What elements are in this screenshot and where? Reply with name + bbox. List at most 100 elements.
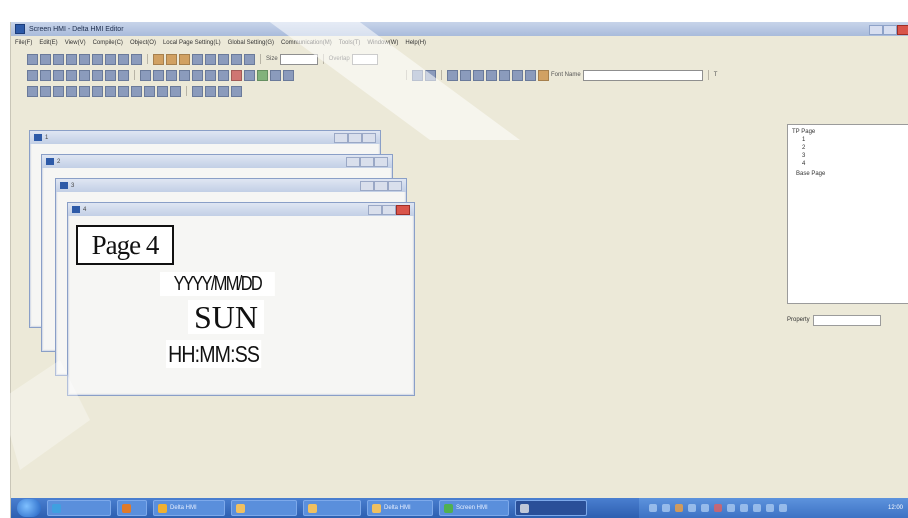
maximize-button[interactable]: [360, 157, 374, 167]
maximize-button[interactable]: [374, 181, 388, 191]
underline-icon[interactable]: [473, 69, 484, 81]
taskbar-item[interactable]: [303, 500, 361, 516]
close-button[interactable]: [388, 181, 402, 191]
menu-tools[interactable]: Tools(T): [339, 40, 361, 46]
send-back-icon[interactable]: [425, 69, 436, 81]
arc-icon[interactable]: [92, 85, 103, 97]
chord-icon[interactable]: [144, 85, 155, 97]
zoom-in-icon[interactable]: [218, 53, 229, 65]
simulate-icon[interactable]: [192, 53, 203, 65]
download-icon[interactable]: [166, 53, 177, 65]
move-icon[interactable]: [40, 69, 51, 81]
start-button[interactable]: [17, 499, 41, 517]
line-color-icon[interactable]: [231, 85, 242, 97]
page-window-titlebar[interactable]: 3: [56, 179, 406, 192]
rectangle-icon[interactable]: [40, 85, 51, 97]
tree-root-tp-page[interactable]: TP Page: [792, 129, 815, 135]
tray-icon[interactable]: [753, 504, 761, 512]
tree-page-1[interactable]: 1: [802, 137, 805, 143]
paste-icon[interactable]: [105, 53, 116, 65]
font-name-field[interactable]: [582, 69, 703, 81]
minimize-button[interactable]: [869, 25, 883, 35]
polygon-icon[interactable]: [105, 85, 116, 97]
pie-icon[interactable]: [131, 85, 142, 97]
align-right-icon[interactable]: [79, 69, 90, 81]
lamp-icon[interactable]: [192, 69, 203, 81]
taskbar-item[interactable]: [47, 500, 111, 516]
tray-clock[interactable]: 12:00: [888, 505, 903, 511]
recipe-icon[interactable]: [257, 69, 268, 81]
align-left-icon[interactable]: [53, 69, 64, 81]
save-icon[interactable]: [53, 53, 64, 65]
online-simulate-icon[interactable]: [205, 53, 216, 65]
time-display-object[interactable]: HH:MM:SS: [166, 340, 262, 368]
page-window-titlebar[interactable]: 1: [30, 131, 380, 144]
minimize-button[interactable]: [368, 205, 382, 215]
redo-icon[interactable]: [131, 53, 142, 65]
ellipse-icon[interactable]: [79, 85, 90, 97]
alarm-icon[interactable]: [231, 69, 242, 81]
page-window-titlebar[interactable]: 2: [42, 155, 392, 168]
tray-icon[interactable]: [688, 504, 696, 512]
tree-page-2[interactable]: 2: [802, 145, 805, 151]
open-icon[interactable]: [40, 53, 51, 65]
italic-icon[interactable]: [460, 69, 471, 81]
circle-icon[interactable]: [66, 85, 77, 97]
tree-page-3[interactable]: 3: [802, 153, 805, 159]
text-align-center-icon[interactable]: [499, 69, 510, 81]
tree-page-4[interactable]: 4: [802, 161, 805, 167]
filled-rectangle-icon[interactable]: [53, 85, 64, 97]
menu-compile[interactable]: Compile(C): [93, 40, 123, 46]
menu-global-setting[interactable]: Global Setting(G): [228, 40, 274, 46]
minimize-button[interactable]: [360, 181, 374, 191]
page-window-4[interactable]: 4 Page 4 YYYY/MM/DD SUN HH:MM:SS: [67, 202, 415, 396]
taskbar-item-active[interactable]: [515, 500, 587, 516]
taskbar-item[interactable]: Delta HMI: [153, 500, 225, 516]
taskbar-item[interactable]: [231, 500, 297, 516]
network-icon[interactable]: [766, 504, 774, 512]
tray-icon[interactable]: [714, 504, 722, 512]
print-icon[interactable]: [66, 53, 77, 65]
menu-object[interactable]: Object(O): [130, 40, 156, 46]
maximize-button[interactable]: [348, 133, 362, 143]
tray-icon[interactable]: [727, 504, 735, 512]
close-button[interactable]: [374, 157, 388, 167]
align-center-icon[interactable]: [66, 69, 77, 81]
new-icon[interactable]: [27, 53, 38, 65]
button-object-icon[interactable]: [179, 69, 190, 81]
line-width-icon[interactable]: [205, 85, 216, 97]
tray-icon[interactable]: [701, 504, 709, 512]
meter-icon[interactable]: [205, 69, 216, 81]
taskbar-item[interactable]: Delta HMI: [367, 500, 433, 516]
pointer-icon[interactable]: [27, 69, 38, 81]
menu-view[interactable]: View(V): [65, 40, 86, 46]
sampling-icon[interactable]: [283, 69, 294, 81]
cut-icon[interactable]: [79, 53, 90, 65]
bitmap-icon[interactable]: [166, 69, 177, 81]
undo-icon[interactable]: [118, 53, 129, 65]
font-color-icon[interactable]: [525, 69, 536, 81]
project-tree[interactable]: TP Page 1 2 3 4 Base Page: [787, 124, 908, 304]
maximize-button[interactable]: [883, 25, 897, 35]
minimize-button[interactable]: [334, 133, 348, 143]
round-rect-icon[interactable]: [157, 85, 168, 97]
tray-icon[interactable]: [649, 504, 657, 512]
trend-icon[interactable]: [218, 69, 229, 81]
zoom-out-icon[interactable]: [231, 53, 242, 65]
text-align-left-icon[interactable]: [486, 69, 497, 81]
grid-icon[interactable]: [244, 53, 255, 65]
bring-front-icon[interactable]: [412, 69, 423, 81]
upload-icon[interactable]: [179, 53, 190, 65]
fill-color-icon[interactable]: [538, 69, 549, 81]
close-button[interactable]: [396, 205, 410, 215]
close-button[interactable]: [897, 25, 908, 35]
maximize-button[interactable]: [382, 205, 396, 215]
line-end-icon[interactable]: [218, 85, 229, 97]
size-field[interactable]: [279, 53, 318, 65]
day-of-week-display-object[interactable]: SUN: [188, 300, 264, 334]
copy-icon[interactable]: [92, 53, 103, 65]
table-icon[interactable]: [170, 85, 181, 97]
polyline-icon[interactable]: [118, 85, 129, 97]
text-align-right-icon[interactable]: [512, 69, 523, 81]
close-button[interactable]: [362, 133, 376, 143]
